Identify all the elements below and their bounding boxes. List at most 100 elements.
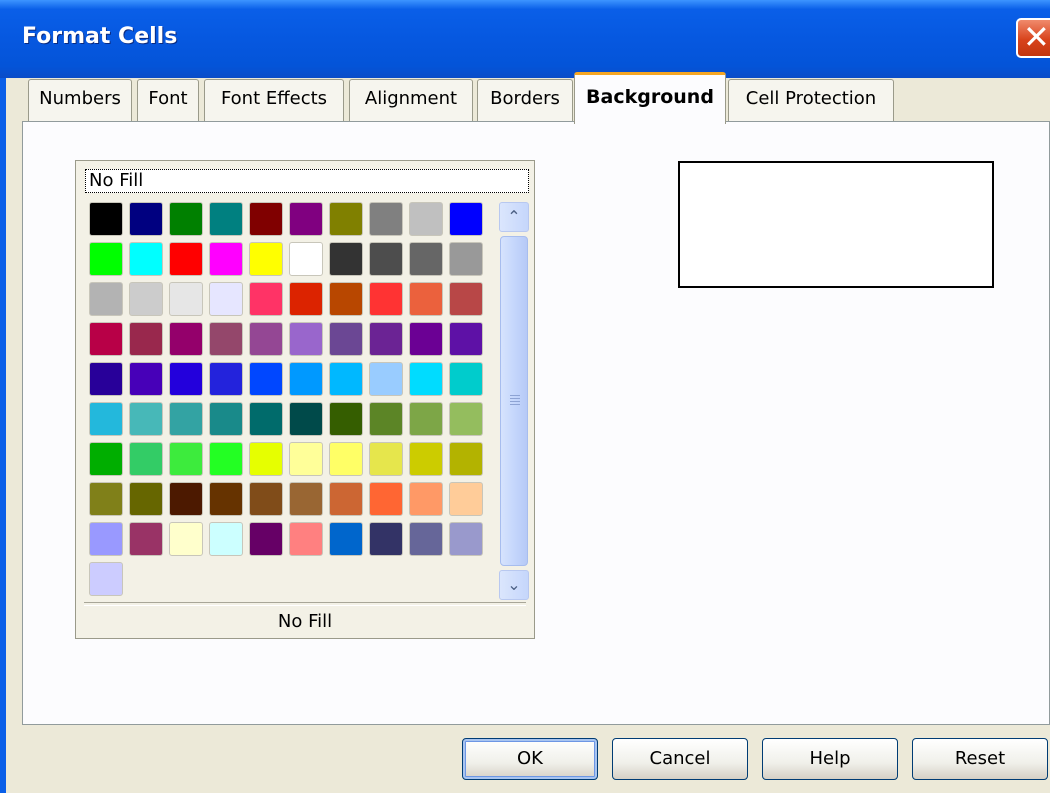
color-swatch[interactable] xyxy=(409,442,443,476)
color-swatch[interactable] xyxy=(249,282,283,316)
color-swatch[interactable] xyxy=(289,202,323,236)
color-swatch[interactable] xyxy=(409,522,443,556)
color-swatch[interactable] xyxy=(409,482,443,516)
color-swatch[interactable] xyxy=(209,242,243,276)
tab-alignment[interactable]: Alignment xyxy=(349,79,473,121)
color-swatch[interactable] xyxy=(449,322,483,356)
color-swatch[interactable] xyxy=(89,322,123,356)
color-swatch[interactable] xyxy=(129,482,163,516)
color-swatch[interactable] xyxy=(289,242,323,276)
color-swatch[interactable] xyxy=(369,482,403,516)
color-swatch[interactable] xyxy=(129,322,163,356)
color-swatch[interactable] xyxy=(449,242,483,276)
color-swatch[interactable] xyxy=(129,442,163,476)
color-swatch[interactable] xyxy=(449,522,483,556)
color-swatch[interactable] xyxy=(289,362,323,396)
color-swatch[interactable] xyxy=(369,322,403,356)
color-swatch[interactable] xyxy=(89,362,123,396)
color-swatch[interactable] xyxy=(169,322,203,356)
color-swatch[interactable] xyxy=(89,522,123,556)
color-swatch[interactable] xyxy=(449,282,483,316)
help-button[interactable]: Help xyxy=(762,738,898,780)
color-swatch[interactable] xyxy=(209,402,243,436)
color-swatch[interactable] xyxy=(169,442,203,476)
color-swatch[interactable] xyxy=(169,522,203,556)
color-swatch[interactable] xyxy=(249,482,283,516)
color-swatch[interactable] xyxy=(289,482,323,516)
color-swatch[interactable] xyxy=(369,442,403,476)
color-swatch[interactable] xyxy=(249,522,283,556)
color-swatch[interactable] xyxy=(169,242,203,276)
reset-button[interactable]: Reset xyxy=(912,738,1048,780)
color-swatch[interactable] xyxy=(249,402,283,436)
color-swatch[interactable] xyxy=(409,362,443,396)
color-swatch[interactable] xyxy=(209,202,243,236)
color-swatch[interactable] xyxy=(289,322,323,356)
color-swatch[interactable] xyxy=(289,442,323,476)
color-swatch[interactable] xyxy=(129,242,163,276)
tab-font[interactable]: Font xyxy=(137,79,199,121)
color-swatch[interactable] xyxy=(129,402,163,436)
tab-borders[interactable]: Borders xyxy=(477,79,573,121)
tab-cell-protection[interactable]: Cell Protection xyxy=(728,79,894,121)
color-swatch[interactable] xyxy=(89,202,123,236)
no-fill-option[interactable]: No Fill xyxy=(85,169,529,193)
color-swatch[interactable] xyxy=(209,522,243,556)
color-swatch[interactable] xyxy=(89,402,123,436)
color-swatch[interactable] xyxy=(369,402,403,436)
color-swatch[interactable] xyxy=(249,362,283,396)
color-swatch[interactable] xyxy=(369,202,403,236)
color-swatch[interactable] xyxy=(209,362,243,396)
color-swatch[interactable] xyxy=(449,202,483,236)
color-swatch[interactable] xyxy=(289,522,323,556)
color-swatch[interactable] xyxy=(409,242,443,276)
color-swatch[interactable] xyxy=(329,322,363,356)
color-swatch[interactable] xyxy=(329,362,363,396)
color-swatch[interactable] xyxy=(249,202,283,236)
color-swatch[interactable] xyxy=(209,282,243,316)
color-swatch[interactable] xyxy=(209,322,243,356)
color-swatch[interactable] xyxy=(409,402,443,436)
color-swatch[interactable] xyxy=(249,322,283,356)
tab-font-effects[interactable]: Font Effects xyxy=(204,79,344,121)
color-swatch[interactable] xyxy=(329,242,363,276)
color-swatch[interactable] xyxy=(169,402,203,436)
color-swatch[interactable] xyxy=(449,482,483,516)
color-swatch[interactable] xyxy=(449,402,483,436)
color-swatch[interactable] xyxy=(129,202,163,236)
color-swatch[interactable] xyxy=(89,242,123,276)
scroll-down-button[interactable]: ⌄ xyxy=(499,570,529,600)
color-swatch[interactable] xyxy=(89,282,123,316)
color-swatch[interactable] xyxy=(409,322,443,356)
color-swatch[interactable] xyxy=(249,242,283,276)
color-swatch[interactable] xyxy=(369,282,403,316)
color-swatch[interactable] xyxy=(129,282,163,316)
ok-button[interactable]: OK xyxy=(462,738,598,780)
color-swatch[interactable] xyxy=(249,442,283,476)
color-swatch[interactable] xyxy=(89,562,123,596)
color-swatch[interactable] xyxy=(409,282,443,316)
color-swatch[interactable] xyxy=(329,482,363,516)
color-swatch[interactable] xyxy=(369,242,403,276)
cancel-button[interactable]: Cancel xyxy=(612,738,748,780)
color-swatch[interactable] xyxy=(129,362,163,396)
color-swatch[interactable] xyxy=(289,282,323,316)
color-swatch[interactable] xyxy=(329,282,363,316)
color-swatch[interactable] xyxy=(369,522,403,556)
color-swatch[interactable] xyxy=(89,442,123,476)
tab-numbers[interactable]: Numbers xyxy=(28,79,132,121)
color-swatch[interactable] xyxy=(329,522,363,556)
color-swatch[interactable] xyxy=(329,202,363,236)
color-swatch[interactable] xyxy=(169,282,203,316)
color-swatch[interactable] xyxy=(129,522,163,556)
scroll-up-button[interactable]: ⌃ xyxy=(499,202,529,232)
color-swatch[interactable] xyxy=(169,362,203,396)
color-swatch[interactable] xyxy=(209,482,243,516)
color-swatch[interactable] xyxy=(369,362,403,396)
color-swatch[interactable] xyxy=(289,402,323,436)
color-swatch[interactable] xyxy=(169,482,203,516)
color-swatch[interactable] xyxy=(209,442,243,476)
color-swatch[interactable] xyxy=(329,442,363,476)
scroll-thumb[interactable] xyxy=(500,236,528,566)
palette-scrollbar[interactable]: ⌃ ⌄ xyxy=(499,202,529,600)
